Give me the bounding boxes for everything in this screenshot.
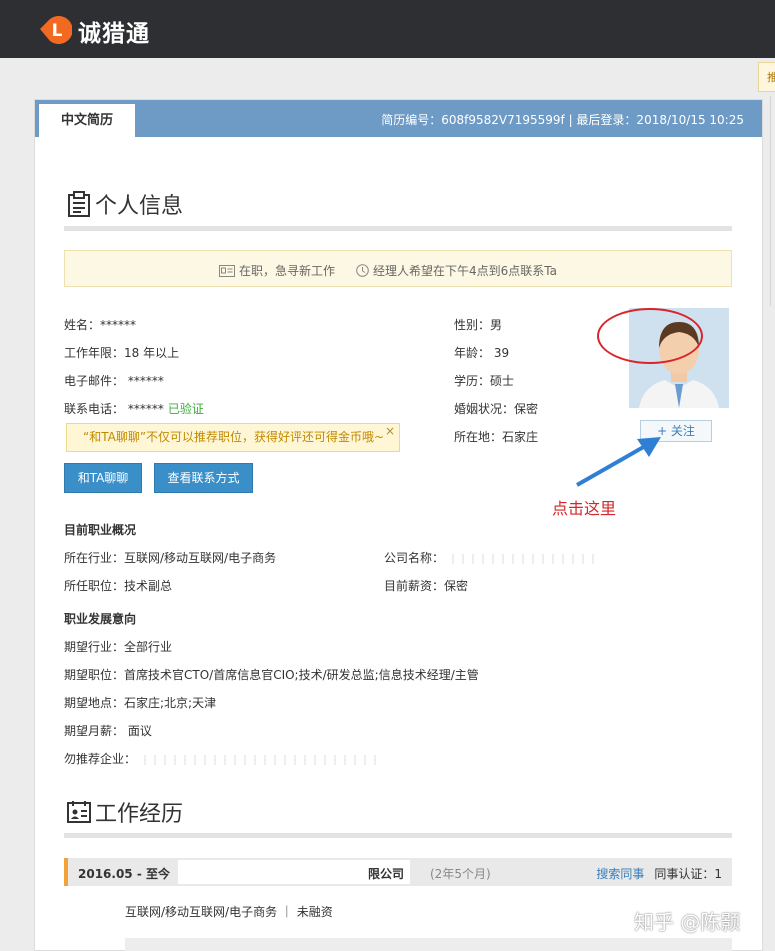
job-detail-header [125,938,732,951]
brand-logo-icon[interactable]: L [36,11,73,47]
resume-card: 中文简历 简历编号：608f9582V7195599f | 最后登录：2018/… [34,99,763,951]
field-email: 电子邮件： ****** [64,374,164,388]
field-expected-industry: 期望行业：全部行业 [64,640,173,654]
job-duration: (2年5个月) [430,867,491,881]
status-notice-bar: 在职，急寻新工作 经理人希望在下午4点到6点联系Ta [64,250,732,287]
work-experience-row: 2016.05 - 至今 限公司 (2年5个月) 搜索同事 同事认证：1 [64,858,732,886]
redacted-company [444,553,595,564]
colleague-cert-count: 同事认证：1 [654,867,722,881]
section-divider [64,226,732,231]
job-status: 在职，急寻新工作 [219,262,335,279]
tooltip-text: “和TA聊聊”不仅可以推荐职位，获得好评还可得金币哦~ [83,430,385,444]
field-current-position: 所任职位：技术副总 [64,579,173,593]
svg-text:L: L [52,21,63,41]
close-icon[interactable]: × [385,418,395,445]
job-tags: 互联网/移动互联网/电子商务 ｜ 未融资 [125,905,333,919]
field-location: 所在地：石家庄 [454,430,539,444]
field-expected-position: 期望职位：首席技术官CTO/首席信息官CIO;技术/研发总监;信息技术经理/主管 [64,668,479,682]
watermark: 知乎 @陈颢 [634,910,741,934]
field-age: 年龄： 39 [454,346,510,360]
search-colleague-link[interactable]: 搜索同事 [596,867,644,881]
clock-icon [356,264,369,277]
side-divider [770,96,771,306]
field-company: 公司名称： [384,549,595,566]
chat-button[interactable]: 和TA聊聊 [64,463,142,493]
tab-chinese-resume[interactable]: 中文简历 [39,104,135,137]
field-expected-salary: 期望月薪： 面议 [64,724,152,738]
field-excluded-label: 勿推荐企业： [64,752,137,766]
contact-time-hint: 经理人希望在下午4点到6点联系Ta [356,262,557,279]
field-phone-value: 联系电话： ****** [64,402,164,416]
resume-card-icon [67,801,91,823]
field-current-salary: 目前薪资：保密 [384,579,469,593]
resume-header: 中文简历 简历编号：608f9582V7195599f | 最后登录：2018/… [35,100,762,137]
section-divider [64,833,732,838]
current-job-title: 目前职业概况 [64,523,137,537]
section-title-text: 个人信息 [95,194,184,219]
job-date-range: 2016.05 - 至今 [78,867,170,881]
view-contact-button[interactable]: 查看联系方式 [154,463,253,493]
field-phone: 联系电话： ****** 已验证 [64,400,204,417]
chat-promo-tooltip: “和TA聊聊”不仅可以推荐职位，获得好评还可得金币哦~ × [66,423,400,452]
job-company: 限公司 [178,860,410,884]
job-company-name: 限公司 [367,867,404,881]
field-marital: 婚姻状况：保密 [454,402,539,416]
annotation-label: 点击这里 [552,499,617,518]
section-title-personal: 个人信息 [67,188,183,220]
field-expected-location: 期望地点：石家庄;北京;天津 [64,696,217,710]
field-current-industry: 所在行业：互联网/移动互联网/电子商务 [64,551,277,565]
field-company-label: 公司名称： [384,551,445,565]
field-name: 姓名：****** [64,318,137,332]
section-title-text: 工作经历 [95,802,184,827]
id-card-icon [219,264,235,277]
phone-verified-badge: 已验证 [167,402,204,416]
redacted-excluded-companies [136,754,377,765]
field-experience: 工作年限：18 年以上 [64,346,180,360]
clipboard-icon [68,191,90,217]
intention-title: 职业发展意向 [64,612,137,626]
top-navigation-bar: L 诚猎通 [0,0,775,58]
job-actions: 搜索同事 同事认证：1 [596,865,722,882]
contact-time-text: 经理人希望在下午4点到6点联系Ta [373,264,557,278]
annotation-arrow-icon [576,437,661,487]
brand-name[interactable]: 诚猎通 [78,14,150,48]
field-excluded-companies: 勿推荐企业： [64,750,377,767]
job-status-text: 在职，急寻新工作 [239,264,336,278]
side-float-tab[interactable]: 推 [758,62,775,92]
field-education: 学历：硕士 [454,374,515,388]
field-gender: 性别：男 [454,318,503,332]
section-title-work: 工作经历 [67,796,183,828]
resume-meta: 简历编号：608f9582V7195599f | 最后登录：2018/10/15… [381,113,744,127]
